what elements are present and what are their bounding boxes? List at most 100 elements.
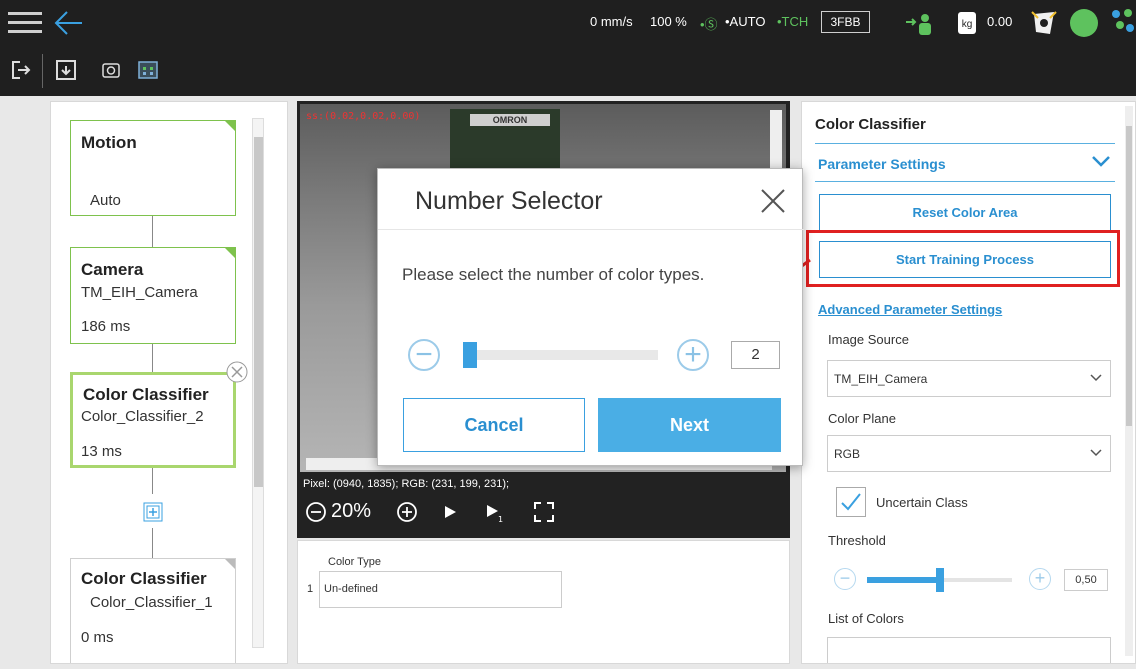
zoom-in-icon[interactable] xyxy=(396,501,418,523)
flow-node-color-classifier-1[interactable]: Color Classifier Color_Classifier_1 0 ms xyxy=(70,558,236,663)
node-subtitle: Color_Classifier_1 xyxy=(90,594,213,611)
layout-icon[interactable] xyxy=(137,59,159,81)
divider xyxy=(815,181,1115,182)
zoom-out-icon[interactable] xyxy=(305,501,327,523)
reset-color-area-button[interactable]: Reset Color Area xyxy=(819,194,1111,231)
play-icon[interactable] xyxy=(443,505,457,519)
pixel-info: Pixel: (0940, 1835); RGB: (231, 199, 231… xyxy=(303,478,510,490)
increase-button[interactable]: + xyxy=(677,339,709,371)
uncertain-class-checkbox[interactable] xyxy=(836,487,866,517)
highlight-annotation xyxy=(806,230,1120,287)
flow-connector xyxy=(152,528,153,558)
project-toolbar xyxy=(0,46,1136,96)
menu-icon[interactable] xyxy=(8,8,42,38)
dialog-message: Please select the number of color types. xyxy=(402,265,705,284)
chevron-down-icon xyxy=(1090,449,1102,457)
snapshot-icon[interactable] xyxy=(100,59,122,81)
number-slider-handle[interactable] xyxy=(463,342,477,368)
flow-scrollbar[interactable] xyxy=(252,118,264,648)
dialog-divider xyxy=(378,229,804,230)
tch-indicator: •TCH xyxy=(777,14,809,29)
color-plane-label: Color Plane xyxy=(828,411,896,426)
color-classifier-settings: Color Classifier Parameter Settings Rese… xyxy=(801,101,1136,664)
color-plane-select[interactable]: RGB xyxy=(827,435,1111,472)
color-type-panel: Color Type 1 Un-defined xyxy=(297,540,790,664)
node-time: 186 ms xyxy=(81,318,131,335)
decrease-button[interactable]: − xyxy=(408,339,440,371)
dialog-title: Number Selector xyxy=(415,187,603,215)
svg-text:1: 1 xyxy=(498,515,503,523)
image-source-value: TM_EIH_Camera xyxy=(834,372,928,386)
threshold-slider-handle[interactable] xyxy=(936,568,944,592)
number-value-input[interactable]: 2 xyxy=(731,341,780,369)
right-panel-scrollbar[interactable] xyxy=(1125,106,1133,656)
node-subtitle: Color_Classifier_2 xyxy=(81,408,204,425)
right-panel-scrollbar-thumb[interactable] xyxy=(1126,126,1132,426)
node-time: 0 ms xyxy=(81,629,114,646)
flow-connector xyxy=(152,216,153,247)
fullscreen-icon[interactable] xyxy=(533,501,555,523)
flow-node-motion[interactable]: Motion Auto xyxy=(70,120,236,216)
project-code-chip[interactable]: 3FBB xyxy=(821,11,870,33)
back-arrow-icon[interactable] xyxy=(52,8,86,38)
checkmark-icon xyxy=(841,493,861,511)
divider xyxy=(815,143,1115,144)
cancel-button[interactable]: Cancel xyxy=(403,398,585,452)
color-type-header: Color Type xyxy=(328,556,381,568)
panel-title: Color Classifier xyxy=(815,116,926,133)
color-type-row-number: 1 xyxy=(307,583,314,595)
camera-coordinate: ss:(0.02,0.02,0.00) xyxy=(306,111,421,122)
flow-connector xyxy=(152,468,153,494)
flow-connector xyxy=(152,344,153,372)
node-corner-marker xyxy=(225,121,235,131)
node-title: Camera xyxy=(81,260,144,279)
number-selector-dialog: Number Selector Please select the number… xyxy=(377,168,804,466)
node-corner-marker xyxy=(225,559,235,569)
list-of-colors-box[interactable] xyxy=(827,637,1111,663)
exit-icon[interactable] xyxy=(10,59,32,81)
speed-readout: 0 mm/s xyxy=(590,14,633,29)
toolbar-divider xyxy=(42,54,43,88)
node-title: Motion xyxy=(81,133,137,152)
flow-panel: Motion Auto Camera TM_EIH_Camera 186 ms … xyxy=(50,101,288,664)
network-icon[interactable] xyxy=(1110,8,1136,38)
payload-value: 0.00 xyxy=(987,14,1013,29)
image-source-select[interactable]: TM_EIH_Camera xyxy=(827,360,1111,397)
node-subtitle: Auto xyxy=(90,192,121,209)
close-icon[interactable] xyxy=(758,186,788,216)
robot-status-icon[interactable] xyxy=(1030,10,1058,36)
threshold-value[interactable]: 0,50 xyxy=(1064,569,1108,591)
threshold-label: Threshold xyxy=(828,533,886,548)
threshold-increase-button[interactable]: + xyxy=(1029,568,1051,590)
threshold-decrease-button[interactable]: − xyxy=(834,568,856,590)
flow-node-camera[interactable]: Camera TM_EIH_Camera 186 ms xyxy=(70,247,236,344)
camera-object-label: OMRON xyxy=(470,114,550,126)
auto-indicator: •AUTO xyxy=(725,14,766,29)
image-source-label: Image Source xyxy=(828,332,909,347)
payload-weight-icon: kg xyxy=(958,12,976,34)
color-plane-value: RGB xyxy=(834,447,861,461)
connection-status-icon[interactable] xyxy=(1070,9,1098,37)
parameter-settings-header[interactable]: Parameter Settings xyxy=(818,156,946,172)
next-button[interactable]: Next xyxy=(598,398,781,452)
color-type-cell[interactable]: Un-defined xyxy=(319,571,562,608)
node-subtitle: TM_EIH_Camera xyxy=(81,284,198,301)
advanced-settings-link[interactable]: Advanced Parameter Settings xyxy=(818,302,1002,317)
node-title: Color Classifier xyxy=(83,385,209,404)
add-node-icon[interactable] xyxy=(143,502,163,522)
threshold-slider[interactable] xyxy=(867,568,1012,592)
flow-scrollbar-thumb[interactable] xyxy=(254,137,263,487)
node-corner-marker xyxy=(225,248,235,258)
close-node-icon[interactable] xyxy=(225,360,249,384)
number-slider[interactable] xyxy=(463,342,658,368)
safety-indicator: •Ⓢ xyxy=(700,17,718,32)
uncertain-class-label: Uncertain Class xyxy=(876,495,968,510)
chevron-down-icon xyxy=(1090,374,1102,382)
flow-node-color-classifier-2[interactable]: Color Classifier Color_Classifier_2 13 m… xyxy=(70,372,236,468)
step-play-icon[interactable]: 1 xyxy=(485,503,505,523)
chevron-down-icon[interactable] xyxy=(1091,154,1111,168)
zoom-level: 20% xyxy=(331,500,372,522)
user-login-icon[interactable] xyxy=(905,12,935,36)
speed-percent: 100 % xyxy=(650,14,687,29)
save-icon[interactable] xyxy=(55,59,77,81)
